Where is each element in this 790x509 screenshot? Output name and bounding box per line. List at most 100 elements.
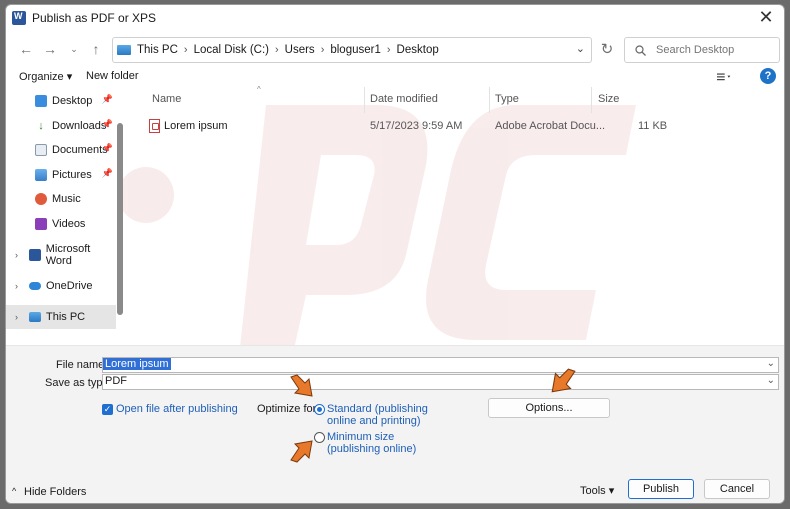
breadcrumb-desktop[interactable]: Desktop — [397, 44, 439, 56]
forward-arrow-icon[interactable]: → — [40, 39, 60, 59]
column-header-date[interactable]: Date modified — [370, 93, 438, 105]
word-icon — [29, 249, 41, 261]
file-size: 11 KB — [638, 120, 668, 132]
optimize-standard-radio[interactable] — [314, 404, 325, 415]
annotation-arrow-icon — [290, 374, 313, 397]
publish-button[interactable]: Publish — [628, 479, 694, 499]
breadcrumb-users[interactable]: Users — [285, 44, 315, 56]
breadcrumb-this-pc[interactable]: This PC — [137, 44, 178, 56]
breadcrumb-local-disk[interactable]: Local Disk (C:) — [194, 44, 269, 56]
documents-icon — [35, 144, 47, 156]
sidebar-item-downloads[interactable]: ↓ Downloads 📌 — [35, 114, 115, 138]
optimize-minimum-label-line2[interactable]: (publishing online) — [327, 443, 416, 455]
window-title: Publish as PDF or XPS — [32, 11, 157, 25]
sidebar-item-this-pc[interactable]: › This PC — [6, 305, 116, 329]
sidebar-item-label: Desktop — [52, 95, 93, 107]
chevron-down-icon[interactable]: ⌄ — [767, 358, 775, 369]
sidebar-item-label: Videos — [52, 218, 86, 230]
breadcrumb-separator-icon[interactable]: › — [275, 44, 279, 56]
column-divider[interactable] — [364, 87, 365, 113]
tools-menu[interactable]: Tools ▾ — [580, 484, 614, 497]
breadcrumb-separator-icon[interactable]: › — [321, 44, 325, 56]
optimize-minimum-radio[interactable] — [314, 432, 325, 443]
sidebar-item-music[interactable]: Music — [35, 187, 115, 211]
file-row[interactable]: Lorem ipsum 5/17/2023 9:59 AM Adobe Acro… — [134, 117, 784, 137]
downloads-icon: ↓ — [35, 120, 47, 132]
view-options-icon[interactable] — [717, 72, 731, 82]
expand-chevron-icon[interactable]: › — [15, 312, 18, 322]
navigation-pane: Desktop 📌 ↓ Downloads 📌 Documents 📌 Pict… — [6, 87, 126, 345]
publish-dialog: Publish as PDF or XPS ✕ ← → ⌄ ↑ This PC … — [5, 4, 785, 504]
pictures-icon — [35, 169, 47, 181]
file-name[interactable]: Lorem ipsum — [164, 120, 228, 132]
videos-icon — [35, 218, 47, 230]
title-bar: Publish as PDF or XPS ✕ — [6, 5, 784, 31]
column-header-name[interactable]: Name — [152, 93, 181, 105]
hide-folders-chevron-icon[interactable]: ^ — [12, 486, 16, 496]
refresh-icon[interactable]: ↻ — [597, 41, 617, 61]
hide-folders-toggle[interactable]: Hide Folders — [24, 486, 86, 498]
sidebar-scrollbar[interactable] — [117, 123, 123, 315]
onedrive-icon — [29, 282, 41, 290]
optimize-for-label: Optimize for: — [257, 403, 320, 415]
word-app-icon — [12, 11, 26, 25]
annotation-arrow-icon — [290, 440, 313, 463]
breadcrumb-user-folder[interactable]: bloguser1 — [330, 44, 381, 56]
search-input[interactable] — [656, 44, 766, 56]
file-name-field[interactable]: Lorem ipsum ⌄ — [102, 357, 779, 373]
sidebar-item-videos[interactable]: Videos — [35, 212, 115, 236]
new-folder-button[interactable]: New folder — [86, 70, 139, 82]
up-arrow-icon[interactable]: ↑ — [86, 39, 106, 59]
column-header-type[interactable]: Type — [495, 93, 519, 105]
optimize-standard-label-line1[interactable]: Standard (publishing — [327, 403, 428, 415]
open-after-publishing-checkbox[interactable]: ✓ — [102, 404, 113, 415]
sidebar-item-label: Music — [52, 193, 81, 205]
save-options-panel: File name: Lorem ipsum ⌄ Save as type: P… — [6, 345, 784, 503]
desktop-icon — [35, 95, 47, 107]
sidebar-item-desktop[interactable]: Desktop 📌 — [35, 89, 115, 113]
sidebar-item-documents[interactable]: Documents 📌 — [35, 138, 115, 162]
cancel-button[interactable]: Cancel — [704, 479, 770, 499]
expand-chevron-icon[interactable]: › — [15, 250, 18, 260]
sidebar-item-pictures[interactable]: Pictures 📌 — [35, 163, 115, 187]
chevron-down-icon[interactable]: ⌄ — [767, 375, 775, 386]
search-icon — [635, 44, 646, 56]
column-divider[interactable] — [489, 87, 490, 113]
sidebar-item-label: Pictures — [52, 169, 92, 181]
sidebar-item-onedrive[interactable]: › OneDrive — [6, 274, 118, 298]
address-dropdown-chevron-icon[interactable]: ⌄ — [576, 42, 585, 55]
pin-icon: 📌 — [101, 94, 113, 104]
pin-icon: 📌 — [101, 119, 113, 129]
column-divider[interactable] — [591, 87, 592, 113]
recent-locations-chevron-icon[interactable]: ⌄ — [64, 39, 84, 59]
file-type: Adobe Acrobat Docu... — [495, 120, 606, 132]
back-arrow-icon[interactable]: ← — [16, 39, 36, 59]
file-list: ^ Name Date modified Type Size Lorem ips… — [134, 85, 784, 345]
music-icon — [35, 193, 47, 205]
pin-icon: 📌 — [101, 168, 113, 178]
save-as-type-select[interactable]: PDF ⌄ — [102, 374, 779, 390]
sidebar-item-label: OneDrive — [46, 280, 93, 292]
breadcrumb-separator-icon[interactable]: › — [387, 44, 391, 56]
organize-menu[interactable]: Organize ▾ — [19, 70, 72, 83]
file-name-label: File name: — [56, 359, 108, 371]
sidebar-item-microsoft-word[interactable]: › Microsoft Word — [6, 243, 118, 267]
file-name-value[interactable]: Lorem ipsum — [103, 358, 171, 370]
pdf-file-icon — [149, 119, 160, 133]
save-as-type-value: PDF — [105, 375, 127, 387]
address-bar[interactable]: This PC › Local Disk (C:) › Users › blog… — [112, 37, 592, 63]
search-box[interactable] — [624, 37, 780, 63]
sort-caret-icon: ^ — [257, 85, 261, 94]
this-pc-icon — [29, 312, 41, 322]
options-button[interactable]: Options... — [488, 398, 610, 418]
close-button[interactable]: ✕ — [756, 8, 776, 28]
optimize-minimum-label-line1[interactable]: Minimum size — [327, 431, 394, 443]
file-date: 5/17/2023 9:59 AM — [370, 120, 463, 132]
help-icon[interactable]: ? — [760, 68, 776, 84]
open-after-publishing-label[interactable]: Open file after publishing — [116, 403, 238, 415]
sidebar-item-label: Documents — [52, 144, 108, 156]
optimize-standard-label-line2[interactable]: online and printing) — [327, 415, 421, 427]
expand-chevron-icon[interactable]: › — [15, 281, 18, 291]
column-header-size[interactable]: Size — [598, 93, 619, 105]
breadcrumb-separator-icon[interactable]: › — [184, 44, 188, 56]
